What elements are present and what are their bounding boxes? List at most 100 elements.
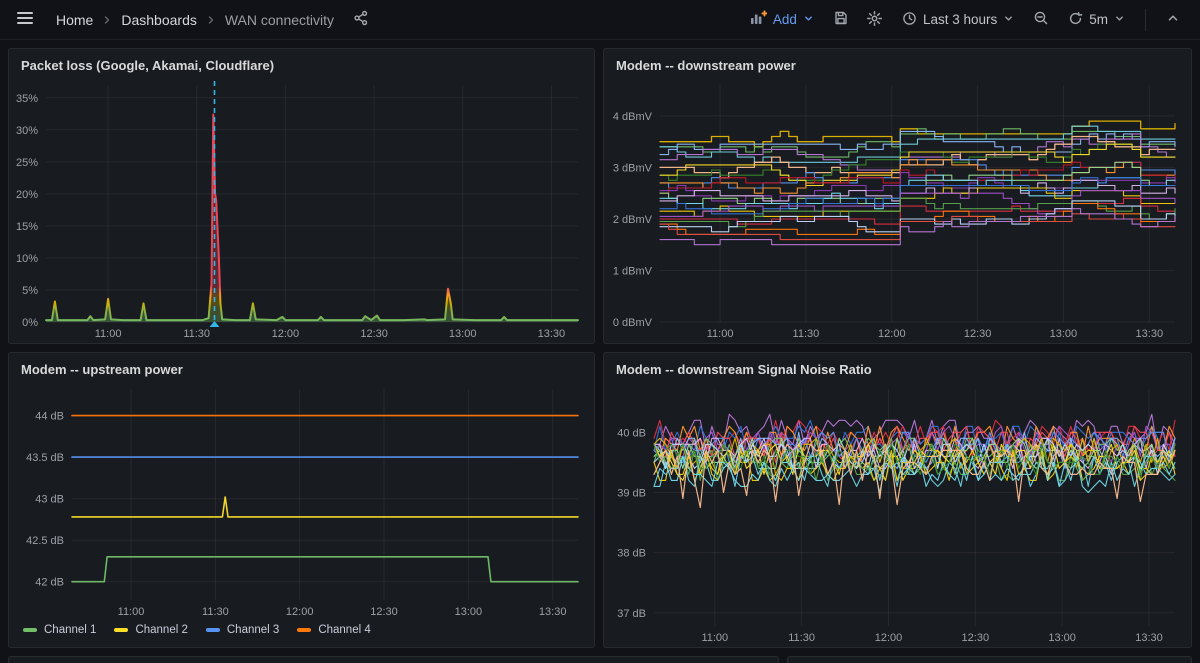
gear-icon xyxy=(866,10,883,30)
panel-header: Modem -- upstream power xyxy=(9,353,594,381)
top-nav: Home Dashboards WAN connectivity xyxy=(0,0,1200,40)
share-icon xyxy=(353,10,369,29)
legend-label: Channel 4 xyxy=(318,624,370,636)
chevron-right-icon xyxy=(101,14,113,26)
panel-title[interactable]: Modem -- downstream power xyxy=(616,58,796,73)
svg-text:13:00: 13:00 xyxy=(1050,328,1078,340)
zoom-out-icon xyxy=(1033,10,1049,29)
svg-text:30%: 30% xyxy=(16,125,38,137)
svg-text:11:00: 11:00 xyxy=(707,328,734,340)
refresh-interval-label: 5m xyxy=(1089,12,1108,27)
svg-text:0 dBmV: 0 dBmV xyxy=(613,317,653,329)
menu-toggle-button[interactable] xyxy=(10,5,40,35)
zoom-out-time-button[interactable] xyxy=(1026,5,1056,35)
save-icon xyxy=(833,10,849,29)
save-dashboard-button[interactable] xyxy=(826,5,856,35)
svg-text:12:30: 12:30 xyxy=(360,328,388,340)
svg-text:0%: 0% xyxy=(22,317,38,329)
hamburger-icon xyxy=(15,8,35,31)
panel-header: Modem -- downstream Signal Noise Ratio xyxy=(604,353,1191,381)
svg-text:12:30: 12:30 xyxy=(964,328,992,340)
svg-text:3 dBmV: 3 dBmV xyxy=(613,162,653,174)
dashboard-settings-button[interactable] xyxy=(860,5,890,35)
panel-upstream-power: Modem -- upstream power 42 dB 42.5 dB 43 d… xyxy=(8,352,595,648)
downstream-power-chart[interactable]: 0 dBmV1 dBmV2 dBmV3 dBmV4 dBmV11:0011:30… xyxy=(608,77,1183,343)
panel-packet-loss: Packet loss (Google, Akamai, Cloudflare)… xyxy=(8,48,595,344)
graph-bar-plus-icon xyxy=(750,10,767,29)
svg-text:13:00: 13:00 xyxy=(455,606,483,618)
downstream-snr-chart[interactable]: 37 dB38 dB39 dB40 dB11:0011:3012:0012:30… xyxy=(608,381,1183,647)
legend-label: Channel 2 xyxy=(135,624,187,636)
panel-title[interactable]: Modem -- upstream power xyxy=(21,362,183,377)
legend-swatch xyxy=(23,628,37,632)
svg-text:12:00: 12:00 xyxy=(875,632,903,644)
panel-title[interactable]: Modem -- downstream Signal Noise Ratio xyxy=(616,362,872,377)
svg-text:1 dBmV: 1 dBmV xyxy=(613,266,653,278)
legend-item[interactable]: Channel 4 xyxy=(297,624,370,636)
svg-text:11:30: 11:30 xyxy=(202,606,229,618)
svg-text:11:00: 11:00 xyxy=(118,606,145,618)
chevron-right-icon xyxy=(205,14,217,26)
chevron-down-icon xyxy=(803,12,814,27)
legend-label: Channel 1 xyxy=(44,624,96,636)
svg-text:12:30: 12:30 xyxy=(370,606,398,618)
legend-swatch xyxy=(297,628,311,632)
svg-text:35%: 35% xyxy=(16,93,38,105)
breadcrumb-dashboards[interactable]: Dashboards xyxy=(119,12,199,28)
panel-downstream-snr: Modem -- downstream Signal Noise Ratio 3… xyxy=(603,352,1192,648)
svg-text:11:00: 11:00 xyxy=(701,632,728,644)
svg-text:40 dB: 40 dB xyxy=(617,427,646,439)
svg-text:5%: 5% xyxy=(22,285,38,297)
panel-downstream-power: Modem -- downstream power 0 dBmV1 dBmV2 … xyxy=(603,48,1192,344)
svg-text:11:00: 11:00 xyxy=(95,328,122,340)
svg-text:15%: 15% xyxy=(16,221,38,233)
breadcrumb-home[interactable]: Home xyxy=(54,12,95,28)
upstream-legend: Channel 1 Channel 2 Channel 3 Channel 4 xyxy=(9,621,594,647)
svg-text:13:30: 13:30 xyxy=(539,606,567,618)
svg-text:38 dB: 38 dB xyxy=(617,548,646,560)
chevron-up-icon xyxy=(1166,11,1180,28)
upstream-power-chart[interactable]: 42 dB42.5 dB43 dB43.5 dB44 dB11:0011:301… xyxy=(13,381,586,621)
breadcrumb-current: WAN connectivity xyxy=(223,12,336,28)
legend-item[interactable]: Channel 3 xyxy=(206,624,279,636)
svg-text:43.5 dB: 43.5 dB xyxy=(26,452,64,464)
collapse-toolbar-button[interactable] xyxy=(1158,5,1188,35)
refresh-icon xyxy=(1068,11,1083,29)
svg-text:42.5 dB: 42.5 dB xyxy=(26,535,64,547)
legend-item[interactable]: Channel 2 xyxy=(114,624,187,636)
chevron-down-icon xyxy=(1003,12,1014,27)
svg-text:20%: 20% xyxy=(16,189,38,201)
svg-text:12:00: 12:00 xyxy=(286,606,314,618)
svg-text:13:30: 13:30 xyxy=(538,328,566,340)
svg-text:13:00: 13:00 xyxy=(449,328,477,340)
svg-text:12:30: 12:30 xyxy=(962,632,990,644)
add-panel-button[interactable]: Add xyxy=(742,5,822,35)
svg-text:11:30: 11:30 xyxy=(793,328,820,340)
clock-icon xyxy=(902,11,917,29)
svg-text:13:00: 13:00 xyxy=(1048,632,1076,644)
panel-header: Modem -- downstream power xyxy=(604,49,1191,77)
refresh-picker[interactable]: 5m xyxy=(1060,5,1133,35)
svg-text:4 dBmV: 4 dBmV xyxy=(613,111,653,123)
add-label: Add xyxy=(773,12,797,27)
legend-swatch xyxy=(114,628,128,632)
svg-text:42 dB: 42 dB xyxy=(35,577,64,589)
svg-text:11:30: 11:30 xyxy=(788,632,815,644)
share-dashboard-button[interactable] xyxy=(346,5,376,35)
svg-text:11:30: 11:30 xyxy=(183,328,210,340)
svg-text:10%: 10% xyxy=(16,253,38,265)
legend-swatch xyxy=(206,628,220,632)
svg-text:37 dB: 37 dB xyxy=(617,608,646,620)
svg-text:13:30: 13:30 xyxy=(1136,328,1164,340)
svg-text:13:30: 13:30 xyxy=(1135,632,1163,644)
svg-text:12:00: 12:00 xyxy=(272,328,300,340)
toolbar-divider xyxy=(1145,9,1146,31)
time-range-picker[interactable]: Last 3 hours xyxy=(894,5,1022,35)
svg-text:25%: 25% xyxy=(16,157,38,169)
legend-label: Channel 3 xyxy=(227,624,279,636)
svg-text:43 dB: 43 dB xyxy=(35,494,64,506)
legend-item[interactable]: Channel 1 xyxy=(23,624,96,636)
packet-loss-chart[interactable]: 0% 5% 10% 15% 20% 25% 30% 35% 11:00 11:30 12:00 12:… xyxy=(13,77,586,343)
panel-header: Packet loss (Google, Akamai, Cloudflare) xyxy=(9,49,594,77)
panel-title[interactable]: Packet loss (Google, Akamai, Cloudflare) xyxy=(21,58,274,73)
